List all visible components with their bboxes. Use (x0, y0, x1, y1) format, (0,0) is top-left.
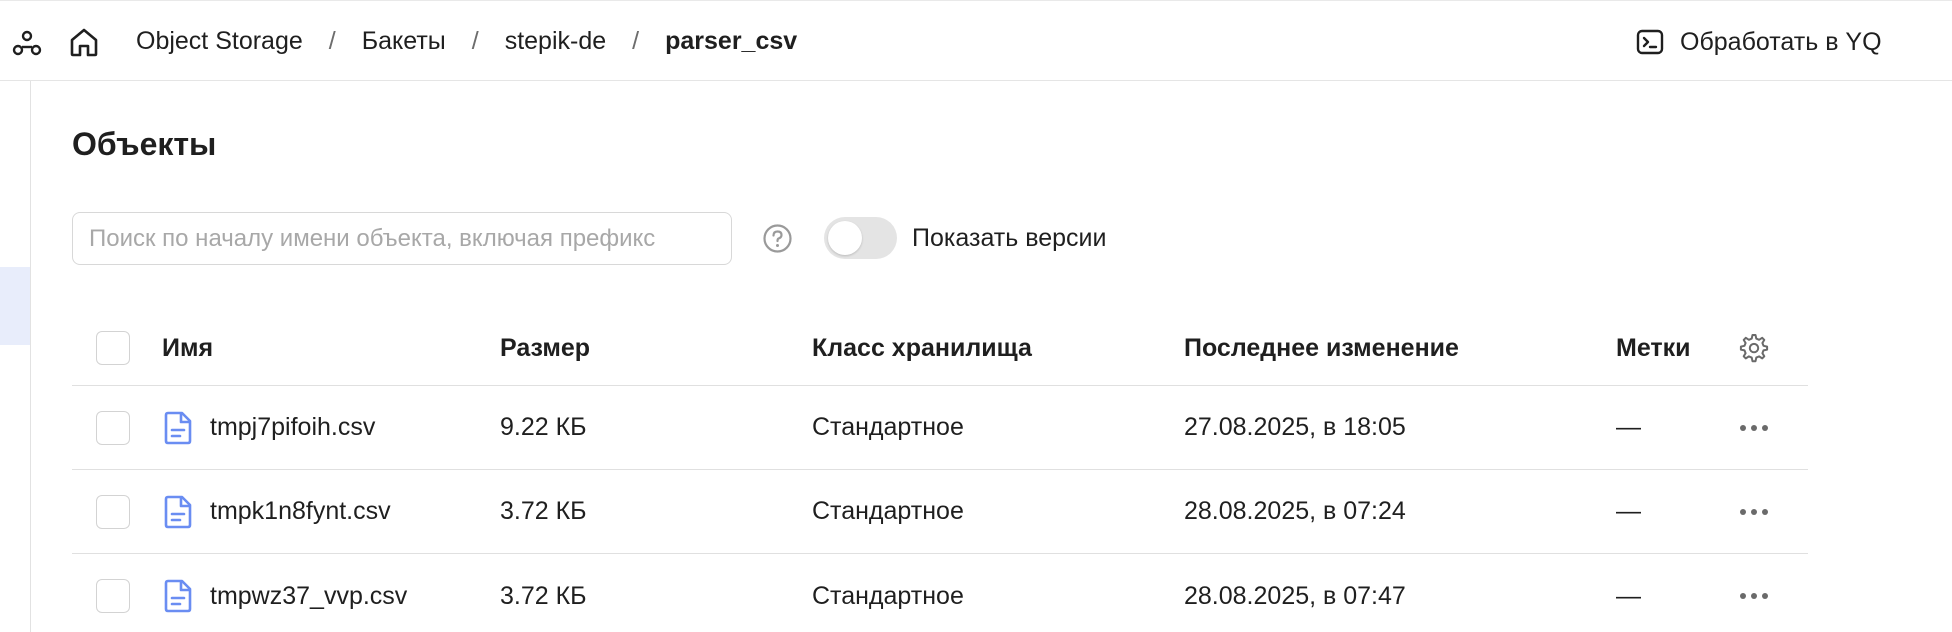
row-actions-button[interactable] (1738, 470, 1770, 553)
name-cell: tmpj7pifoih.csv (162, 386, 375, 469)
breadcrumb-separator: / (632, 27, 640, 55)
size-cell: 9.22 КБ (500, 413, 587, 441)
row-actions-button[interactable] (1738, 386, 1770, 469)
size-cell: 3.72 КБ (500, 497, 587, 525)
side-navigation (0, 81, 31, 632)
gear-icon (1739, 334, 1769, 363)
breadcrumb-separator: / (471, 27, 479, 55)
name-cell: tmpwz37_vvp.csv (162, 554, 407, 632)
services-icon[interactable] (10, 26, 44, 60)
more-icon (1740, 508, 1768, 515)
objects-table: Имя Размер Класс хранилища Последнее изм… (72, 311, 1808, 632)
modified-cell: 28.08.2025, в 07:47 (1184, 581, 1406, 610)
file-name[interactable]: tmpk1n8fynt.csv (210, 497, 391, 526)
table-header: Имя Размер Класс хранилища Последнее изм… (72, 311, 1808, 386)
side-nav-active-item[interactable] (0, 267, 30, 345)
column-header-tags: Метки (1616, 333, 1691, 362)
size-cell: 3.72 КБ (500, 581, 587, 610)
storage-class-cell: Стандартное (812, 497, 964, 525)
more-icon (1740, 593, 1768, 599)
help-icon[interactable] (762, 223, 793, 254)
breadcrumb-bucket[interactable]: stepik-de (505, 27, 606, 56)
show-versions-label: Показать версии (912, 224, 1107, 252)
page-title: Объекты (72, 126, 217, 162)
select-all-checkbox[interactable] (96, 331, 130, 365)
modified-cell: 27.08.2025, в 18:05 (1184, 413, 1406, 441)
column-header-modified[interactable]: Последнее изменение (1184, 311, 1459, 385)
file-name[interactable]: tmpwz37_vvp.csv (210, 582, 407, 611)
process-in-yq-button[interactable]: Обработать в YQ (1628, 21, 1888, 63)
breadcrumb: Object Storage / Бакеты / stepik-de / pa… (136, 1, 797, 82)
file-icon (164, 579, 192, 613)
table-settings-button[interactable] (1738, 311, 1770, 385)
tags-cell: — (1616, 413, 1641, 441)
column-header-storage-class[interactable]: Класс хранилища (812, 311, 1032, 385)
top-bar: Object Storage / Бакеты / stepik-de / pa… (0, 0, 1952, 81)
table-row[interactable]: tmpj7pifoih.csv 9.22 КБ Стандартное 27.0… (72, 386, 1808, 470)
file-name[interactable]: tmpj7pifoih.csv (210, 413, 375, 442)
row-checkbox[interactable] (96, 579, 130, 613)
process-in-yq-label: Обработать в YQ (1680, 27, 1882, 56)
breadcrumb-current-folder: parser_csv (665, 27, 798, 55)
home-icon[interactable] (66, 24, 102, 60)
storage-class-cell: Стандартное (812, 413, 964, 441)
search-input[interactable] (72, 212, 732, 265)
table-row[interactable]: tmpk1n8fynt.csv 3.72 КБ Стандартное 28.0… (72, 470, 1808, 554)
row-checkbox[interactable] (96, 494, 130, 529)
name-cell: tmpk1n8fynt.csv (162, 470, 391, 553)
row-checkbox[interactable] (96, 410, 130, 445)
breadcrumb-buckets[interactable]: Бакеты (362, 27, 446, 56)
more-icon (1740, 424, 1768, 431)
tags-cell: — (1616, 497, 1641, 525)
file-icon (164, 411, 192, 444)
show-versions-toggle[interactable] (824, 217, 897, 259)
tags-cell: — (1616, 581, 1641, 610)
storage-class-cell: Стандартное (812, 581, 964, 610)
terminal-icon (1636, 29, 1664, 55)
breadcrumb-separator: / (328, 27, 336, 55)
table-row[interactable]: tmpwz37_vvp.csv 3.72 КБ Стандартное 28.0… (72, 554, 1808, 632)
breadcrumb-object-storage[interactable]: Object Storage (136, 27, 303, 56)
row-actions-button[interactable] (1738, 554, 1770, 632)
column-header-name[interactable]: Имя (162, 311, 213, 385)
modified-cell: 28.08.2025, в 07:24 (1184, 497, 1406, 525)
toggle-knob (828, 221, 862, 255)
file-icon (164, 495, 192, 528)
column-header-size[interactable]: Размер (500, 311, 590, 385)
